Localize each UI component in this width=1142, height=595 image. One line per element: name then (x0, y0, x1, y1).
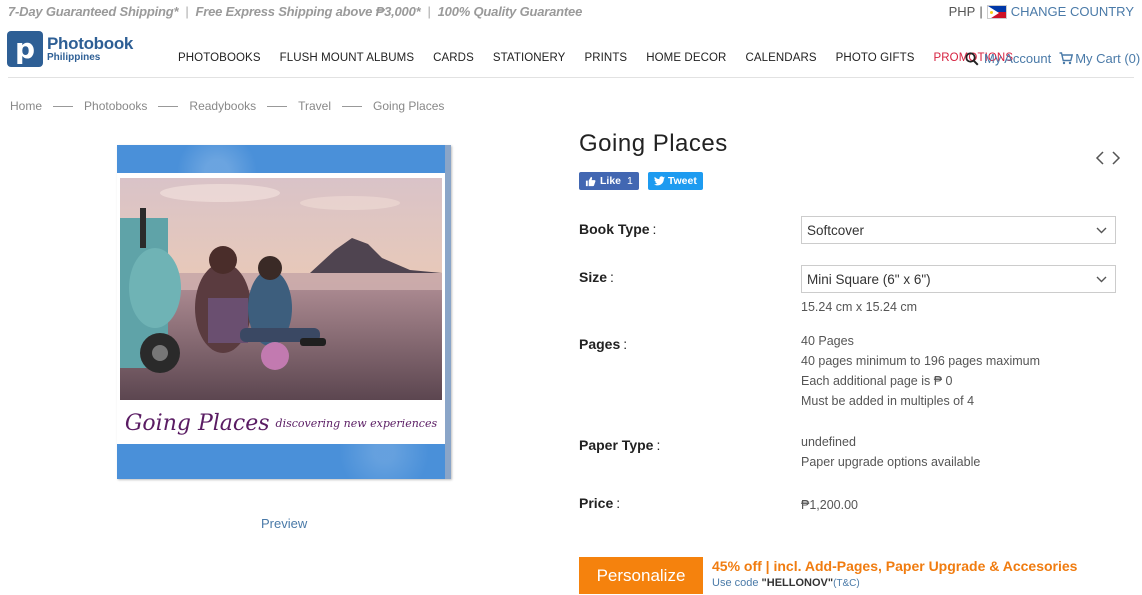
discount-offer: 45% off | incl. Add-Pages, Paper Upgrade… (712, 558, 1078, 574)
promo-strip: 7-Day Guaranteed Shipping* | Free Express … (8, 4, 582, 19)
breadcrumb-readybooks[interactable]: Readybooks (189, 99, 256, 113)
logo-title: Photobook (47, 34, 134, 53)
pages-additional-cost: Each additional page is ₱ 0 (801, 374, 953, 388)
promo-code-prefix: Use code (712, 577, 762, 589)
pages-range: 40 pages minimum to 196 pages maximum (801, 354, 1041, 368)
main-nav: PHOTOBOOKS FLUSH MOUNT ALBUMS CARDS STAT… (178, 52, 1032, 64)
nav-item-photobooks[interactable]: PHOTOBOOKS (178, 52, 261, 64)
pages-label: Pages: (579, 336, 628, 352)
breadcrumb-separator (53, 105, 74, 107)
product-title: Going Places (579, 130, 728, 157)
facebook-like-button[interactable]: Like 1 (579, 172, 639, 190)
account-links: My Account My Cart (0) (965, 51, 1140, 66)
size-select[interactable]: Mini Square (6" x 6") (801, 265, 1116, 293)
nav-item-home-decor[interactable]: HOME DECOR (646, 52, 726, 64)
promo-quality: 100% Quality Guarantee (437, 4, 583, 19)
nav-item-flush-mount-albums[interactable]: FLUSH MOUNT ALBUMS (280, 52, 415, 64)
promo-separator: | (427, 4, 431, 19)
size-label: Size: (579, 269, 614, 285)
cover-subtitle: discovering new experiences (275, 416, 438, 430)
paper-type-value: undefined (801, 435, 856, 449)
like-label: Like (600, 175, 622, 187)
like-count: 1 (627, 175, 633, 187)
book-type-select[interactable]: Softcover (801, 216, 1116, 244)
cover-title: Going Places (124, 410, 270, 436)
breadcrumb-separator (342, 105, 363, 107)
cart-icon (1059, 52, 1074, 65)
logo-text: Photobook Philippines (47, 35, 133, 63)
social-buttons: Like 1 Tweet (579, 172, 703, 190)
book-type-value: Softcover (807, 222, 865, 238)
chevron-right-icon[interactable] (1111, 150, 1121, 171)
personalize-button[interactable]: Personalize (579, 557, 703, 594)
nav-item-stationery[interactable]: STATIONERY (493, 52, 566, 64)
logo-subtitle: Philippines (47, 52, 101, 63)
breadcrumb-photobooks[interactable]: Photobooks (84, 99, 147, 113)
cover-title-strip: Going Places discovering new experiences (117, 402, 445, 444)
search-icon[interactable] (965, 51, 979, 66)
philippines-flag-icon (986, 4, 1007, 19)
thumbs-up-icon (585, 176, 596, 186)
paper-upgrade-note: Paper upgrade options available (801, 455, 981, 469)
cover-spine (445, 145, 451, 479)
pages-count: 40 Pages (801, 334, 854, 348)
breadcrumb-going-places: Going Places (373, 99, 445, 113)
pages-info: 40 Pages 40 pages minimum to 196 pages m… (801, 331, 1040, 411)
size-dimensions: 15.24 cm x 15.24 cm (801, 300, 918, 314)
chevron-down-icon (1096, 227, 1107, 234)
tweet-label: Tweet (667, 175, 697, 187)
price-value: ₱1,200.00 (801, 498, 858, 512)
pages-multiples: Must be added in multiples of 4 (801, 394, 975, 408)
promo-separator: | (185, 4, 189, 19)
logo-mark-icon: p (7, 31, 43, 67)
twitter-bird-icon (653, 176, 665, 186)
chevron-down-icon (1096, 276, 1107, 283)
paper-type-info: undefined Paper upgrade options availabl… (801, 432, 980, 472)
currency-separator: | (979, 4, 983, 19)
my-account-link[interactable]: My Account (984, 51, 1051, 66)
product-pager (1095, 150, 1127, 171)
currency-label: PHP (948, 4, 976, 19)
country-selector[interactable]: PHP | CHANGE COUNTRY (949, 4, 1134, 19)
price-label: Price: (579, 495, 621, 511)
nav-item-photo-gifts[interactable]: PHOTO GIFTS (836, 52, 915, 64)
breadcrumb-travel[interactable]: Travel (298, 99, 331, 113)
preview-link[interactable]: Preview (261, 516, 307, 531)
paper-type-label: Paper Type: (579, 437, 661, 453)
promo-shipping: 7-Day Guaranteed Shipping* (8, 4, 179, 19)
promo-code-line: Use code "HELLONOV"(T&C) (712, 577, 860, 589)
breadcrumb-separator (158, 105, 179, 107)
chevron-left-icon[interactable] (1095, 150, 1105, 171)
nav-item-prints[interactable]: PRINTS (584, 52, 627, 64)
breadcrumb-home[interactable]: Home (10, 99, 42, 113)
cover-photo-frame (117, 173, 445, 405)
change-country-link[interactable]: CHANGE COUNTRY (1011, 4, 1134, 19)
breadcrumb-separator (267, 105, 288, 107)
promo-express: Free Express Shipping above ₱3,000* (195, 4, 421, 19)
nav-item-cards[interactable]: CARDS (433, 52, 474, 64)
size-value: Mini Square (6" x 6") (807, 271, 931, 287)
tweet-button[interactable]: Tweet (647, 172, 703, 190)
cover-photo (120, 178, 442, 400)
terms-link[interactable]: (T&C) (833, 578, 860, 589)
breadcrumb: Home Photobooks Readybooks Travel Going … (10, 99, 444, 113)
promo-code: "HELLONOV" (761, 577, 834, 589)
book-type-label: Book Type: (579, 221, 657, 237)
my-cart-link[interactable]: My Cart (0) (1075, 51, 1140, 66)
top-bar: 7-Day Guaranteed Shipping* | Free Express … (0, 0, 1142, 24)
nav-item-calendars[interactable]: CALENDARS (745, 52, 816, 64)
book-cover-image[interactable]: Going Places discovering new experiences (117, 145, 451, 479)
site-logo[interactable]: p Photobook Philippines (7, 31, 133, 67)
header-divider (8, 77, 1134, 78)
